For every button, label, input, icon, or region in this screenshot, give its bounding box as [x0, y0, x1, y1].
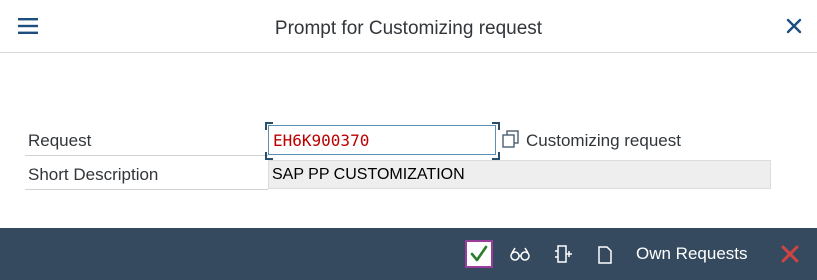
create-request-icon [555, 245, 572, 263]
request-label: Request [28, 131, 92, 150]
confirm-button[interactable] [465, 228, 493, 280]
focus-corner [265, 122, 273, 130]
confirm-icon [465, 240, 493, 268]
create-button[interactable] [551, 228, 575, 280]
own-requests-button[interactable]: Own Requests [636, 228, 748, 280]
display-button[interactable] [508, 228, 532, 280]
focus-corner [492, 122, 500, 130]
cancel-button[interactable] [779, 228, 801, 280]
dialog-header: Prompt for Customizing request [0, 0, 817, 53]
request-input[interactable] [268, 125, 496, 155]
document-icon [598, 246, 612, 264]
close-icon[interactable] [783, 15, 805, 37]
row-divider [25, 155, 268, 156]
short-description-label: Short Description [28, 165, 159, 184]
glasses-icon [510, 247, 530, 261]
cancel-icon [781, 245, 799, 263]
focus-corner [265, 152, 273, 160]
dialog-title: Prompt for Customizing request [274, 18, 543, 39]
value-help-icon[interactable] [500, 128, 522, 150]
document-button[interactable] [595, 228, 615, 280]
focus-corner [492, 152, 500, 160]
short-description-field: SAP PP CUSTOMIZATION [268, 160, 771, 189]
row-divider [25, 189, 268, 190]
request-type-text: Customizing request [526, 131, 681, 150]
footer-toolbar: Own Requests [0, 228, 817, 280]
